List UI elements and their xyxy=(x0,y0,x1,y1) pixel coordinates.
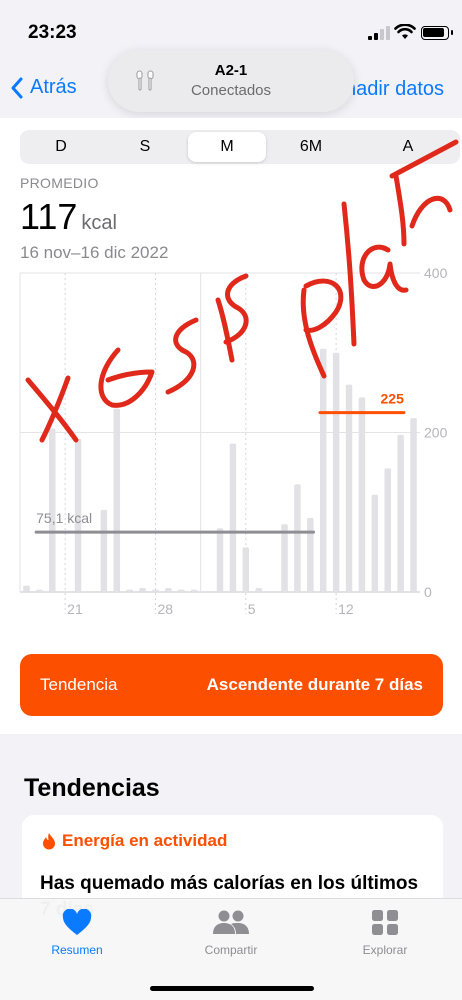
average-number: 117 xyxy=(20,196,78,237)
average-unit: kcal xyxy=(81,212,117,234)
chart-bar xyxy=(152,589,159,592)
x-tick-label: 21 xyxy=(67,601,83,617)
heart-icon xyxy=(62,908,92,935)
chart-bar xyxy=(281,524,288,592)
y-tick-label: 400 xyxy=(424,268,448,281)
tab-sharing[interactable]: Compartir xyxy=(181,909,281,957)
chart-bar xyxy=(320,348,327,592)
chart-bar xyxy=(345,384,353,592)
chart-bar xyxy=(126,589,133,592)
device-connected-banner[interactable]: A2-1 Conectados xyxy=(108,50,354,112)
segment-week[interactable]: S xyxy=(102,130,188,164)
chart-bar xyxy=(113,408,120,592)
chart-bar xyxy=(100,509,108,592)
y-tick-label: 0 xyxy=(424,584,432,600)
battery-icon xyxy=(421,26,453,40)
chart-bar xyxy=(190,589,198,592)
chart-bar xyxy=(307,517,314,592)
device-state: Conectados xyxy=(190,82,272,99)
device-name: A2-1 xyxy=(214,62,248,79)
chart-bar xyxy=(178,589,185,592)
trend-button[interactable]: Tendencia Ascendente durante 7 días xyxy=(20,654,443,716)
flame-icon xyxy=(43,833,55,850)
chart-bar xyxy=(397,434,404,592)
chart-bar xyxy=(332,352,340,592)
average-label: PROMEDIO xyxy=(20,175,99,191)
tab-bar: Resumen Compartir Explorar xyxy=(0,898,462,1000)
people-icon xyxy=(213,910,249,934)
trend-card-title: Energía en actividad xyxy=(62,831,228,850)
chart-bar xyxy=(384,468,391,592)
average-line-overall-label: 75,1 kcal xyxy=(36,510,92,526)
chart-bar xyxy=(229,443,237,592)
segment-year[interactable]: A xyxy=(356,130,460,164)
status-time: 23:23 xyxy=(28,22,77,43)
chevron-left-icon xyxy=(11,77,23,98)
chart-bar xyxy=(36,589,43,592)
y-tick-label: 200 xyxy=(424,425,448,441)
wifi-icon xyxy=(394,24,416,39)
average-line-recent-label: 225 xyxy=(381,391,405,407)
grid-icon xyxy=(372,910,398,935)
segment-day[interactable]: D xyxy=(20,130,102,164)
x-tick-label: 5 xyxy=(248,601,256,617)
segment-six-months[interactable]: 6M xyxy=(266,130,356,164)
tab-browse[interactable]: Explorar xyxy=(335,909,435,957)
average-value: 117 kcal xyxy=(20,196,117,238)
segment-month[interactable]: M xyxy=(188,132,266,162)
chart-bar xyxy=(216,528,224,592)
chart-bar xyxy=(410,418,417,592)
x-tick-label: 12 xyxy=(338,601,354,617)
tab-browse-label: Explorar xyxy=(362,943,408,957)
chart-bar xyxy=(23,585,30,592)
date-range: 16 nov–16 dic 2022 xyxy=(20,243,169,262)
chart-bar xyxy=(294,484,301,592)
trend-card-header: Energía en actividad xyxy=(42,831,227,851)
back-button[interactable]: Atrás xyxy=(10,76,77,99)
cellular-signal-icon xyxy=(368,26,390,40)
tab-summary-label: Resumen xyxy=(51,943,103,957)
back-label: Atrás xyxy=(30,76,77,98)
chart-bar xyxy=(242,547,250,592)
chart-bar xyxy=(358,397,366,592)
activity-chart-card: D S M 6M A PROMEDIO 117 kcal 16 nov–16 di… xyxy=(0,118,462,734)
chart-bar xyxy=(371,494,379,592)
trend-label: Tendencia xyxy=(40,675,118,694)
active-energy-bar-chart[interactable]: 400 200 0 21 28 5 12 75,1 kcal 225 xyxy=(0,268,462,628)
chart-bar xyxy=(139,588,146,592)
trends-heading: Tendencias xyxy=(24,774,160,802)
x-tick-label: 28 xyxy=(157,601,173,617)
time-range-segmented-control[interactable]: D S M 6M A xyxy=(20,130,460,164)
chart-bar xyxy=(255,588,262,592)
tab-summary[interactable]: Resumen xyxy=(27,908,127,957)
tab-sharing-label: Compartir xyxy=(204,943,258,957)
trend-value: Ascendente durante 7 días xyxy=(206,675,423,694)
chart-bar xyxy=(165,588,172,592)
home-indicator xyxy=(150,986,314,991)
